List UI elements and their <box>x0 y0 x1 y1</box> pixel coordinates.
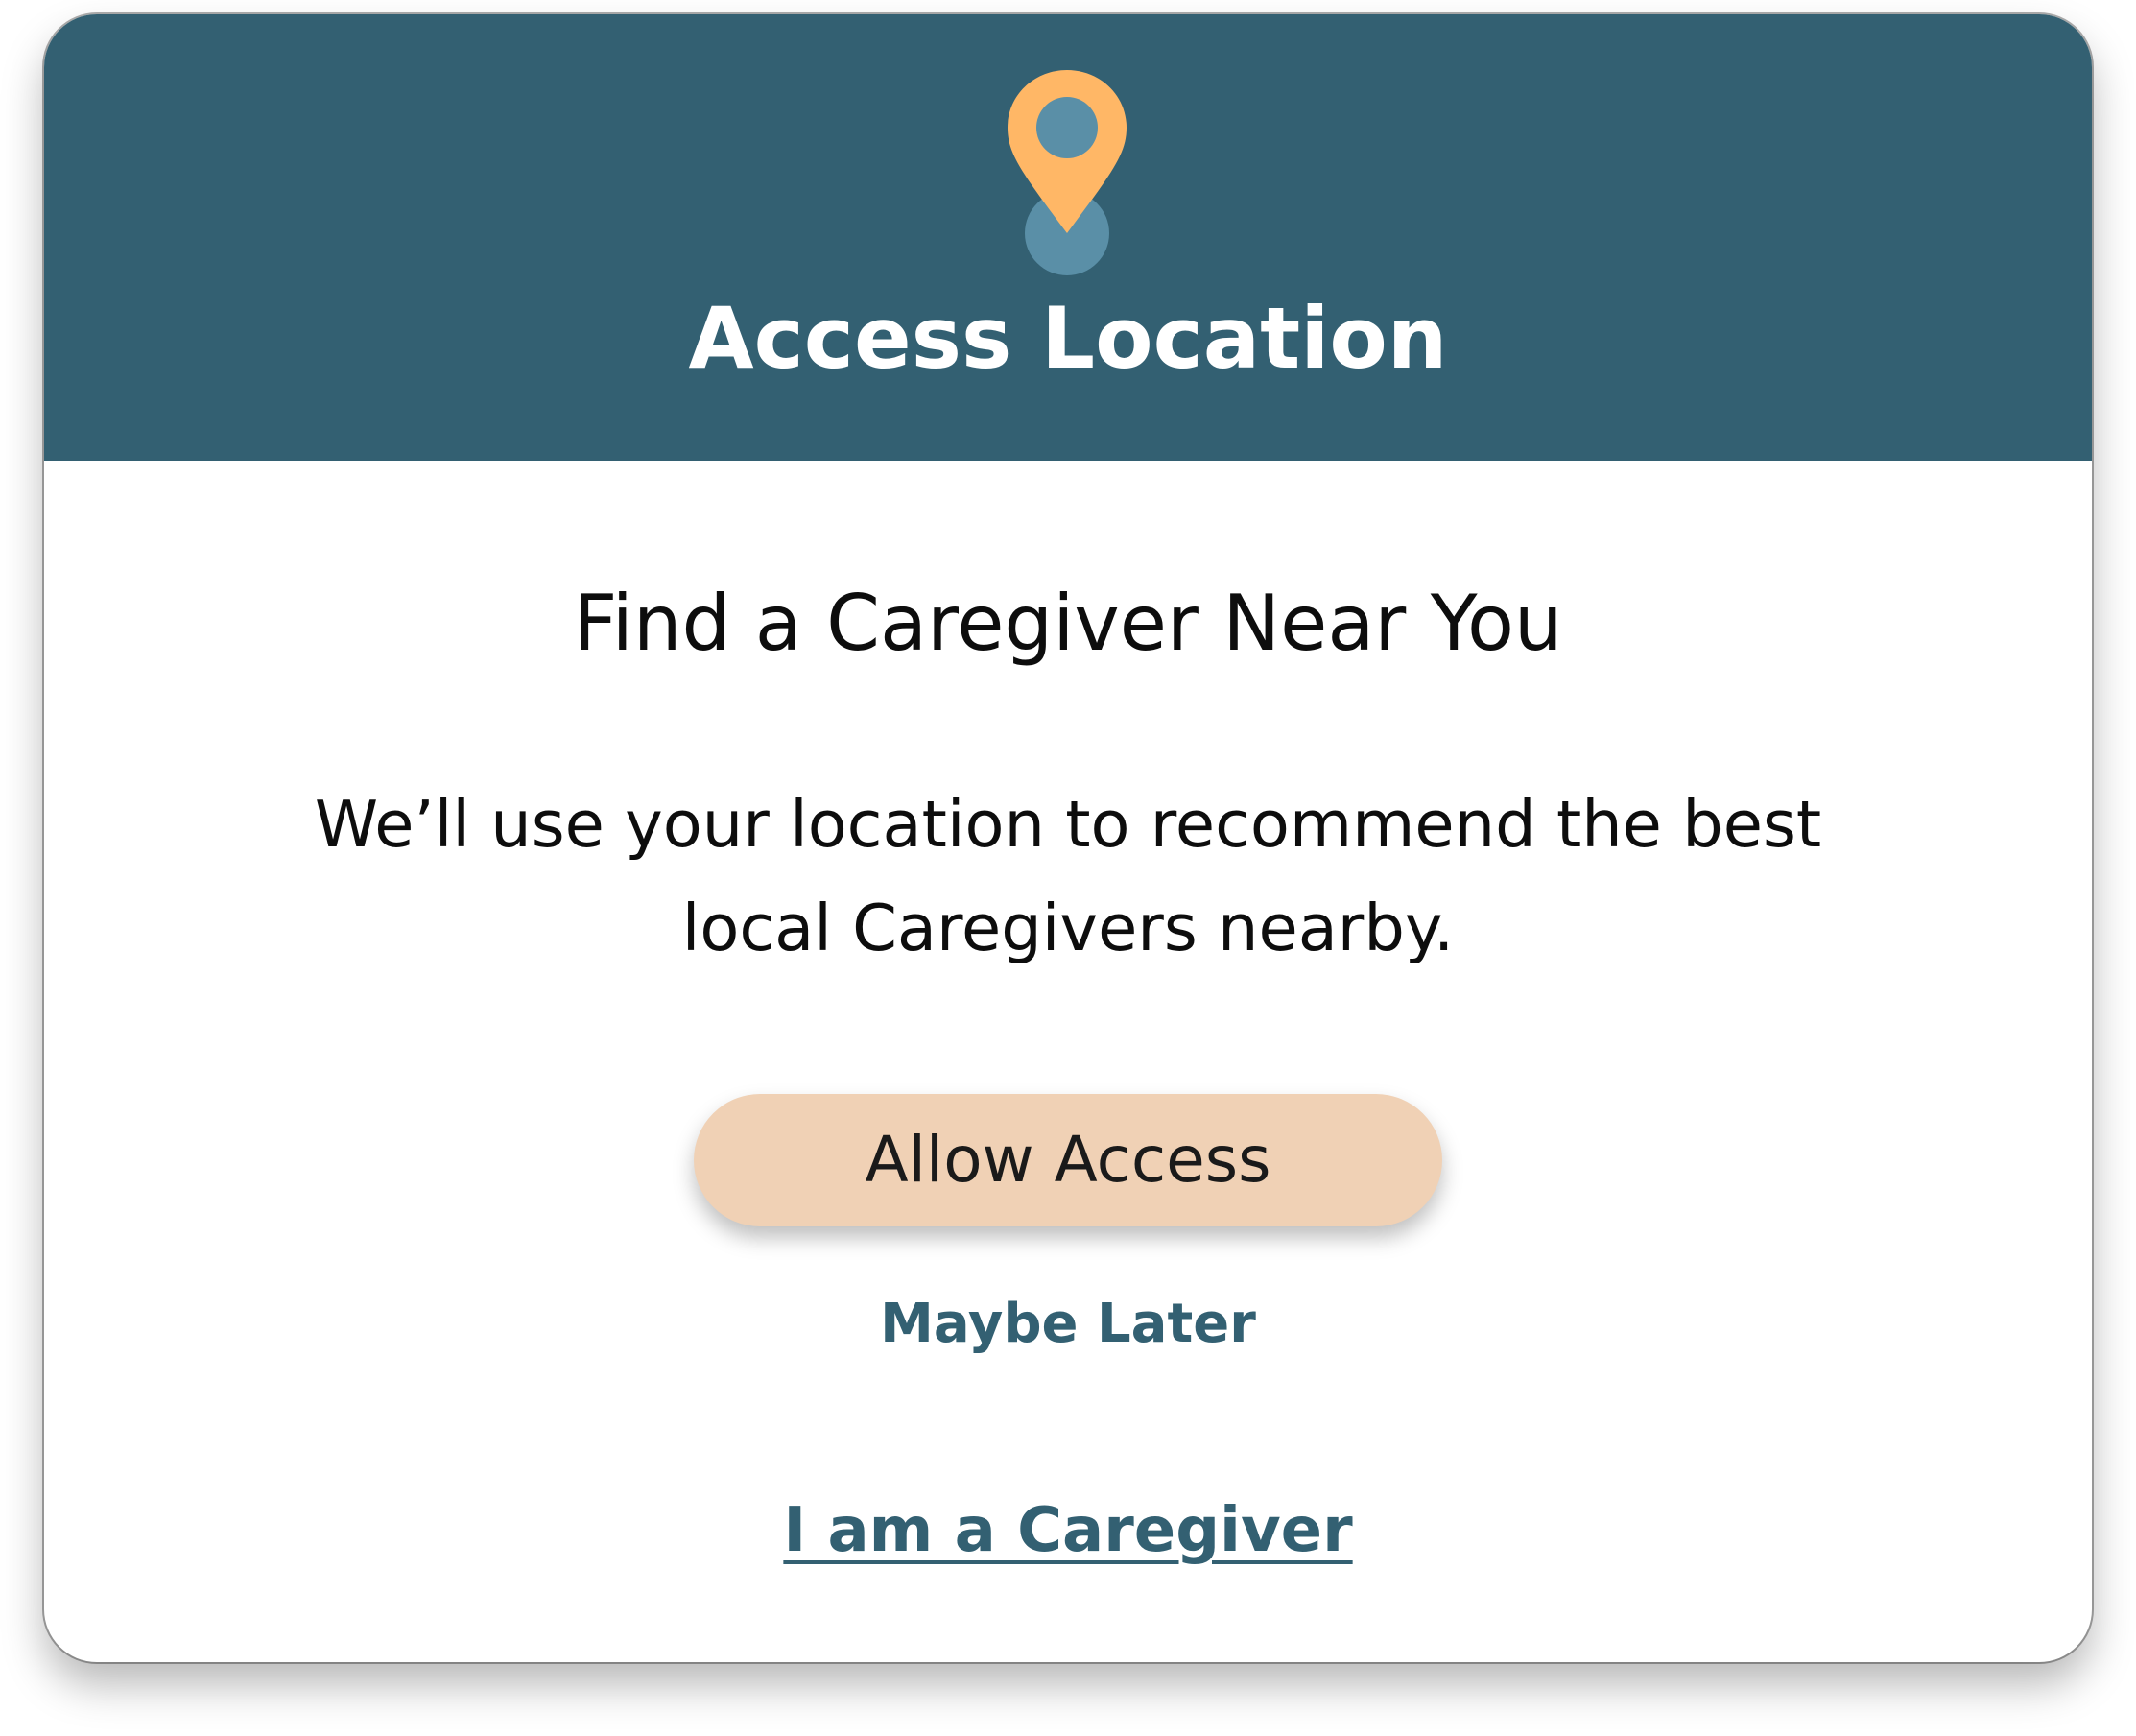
subtitle: Find a Caregiver Near You <box>573 579 1563 668</box>
caregiver-link[interactable]: I am a Caregiver <box>44 1487 2092 1574</box>
card-header: Access Location <box>44 14 2092 461</box>
maybe-later-link[interactable]: Maybe Later <box>44 1286 2092 1363</box>
description-text: We’ll use your location to recommend the… <box>314 787 1822 965</box>
header-title: Access Location <box>688 289 1448 388</box>
allow-access-button[interactable]: Allow Access <box>694 1094 1442 1226</box>
location-permission-card: Access Location Find a Caregiver Near Yo… <box>44 14 2092 1662</box>
location-pin-icon <box>1008 70 1127 275</box>
